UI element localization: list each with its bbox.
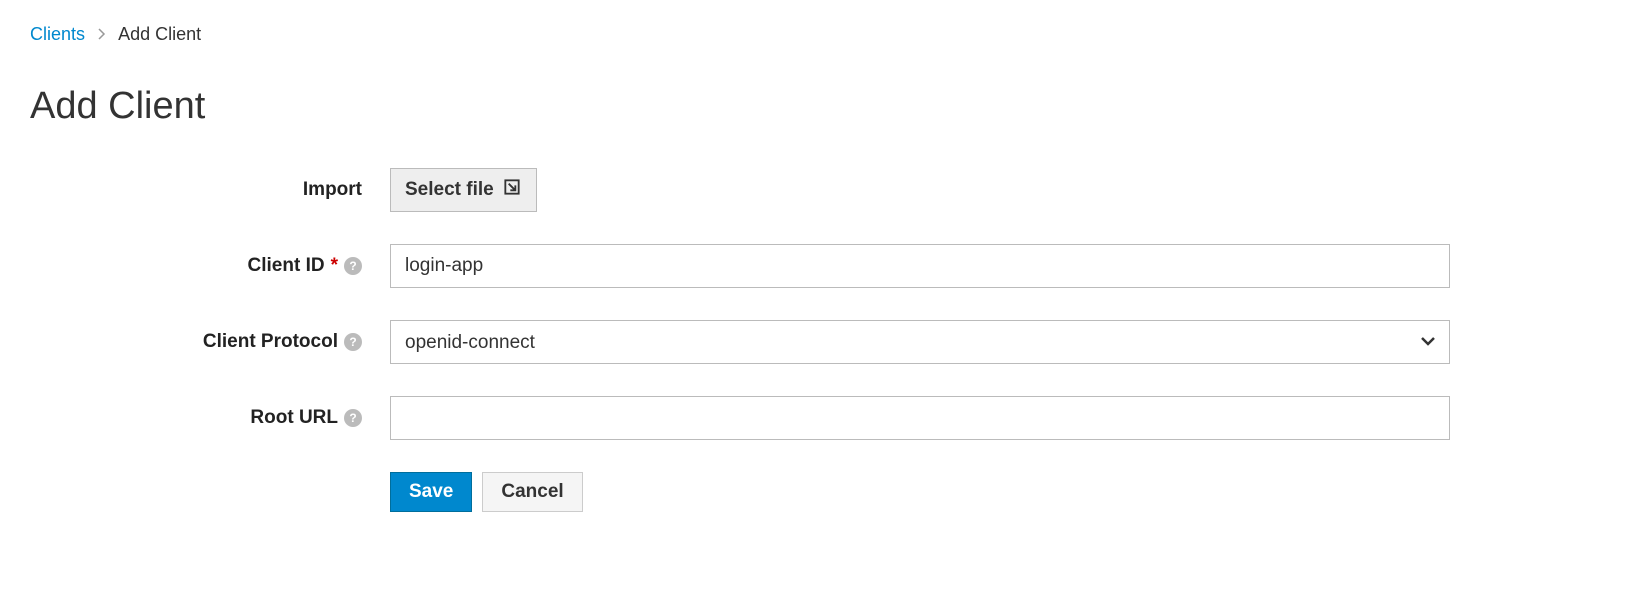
root-url-label: Root URL ? [30, 407, 390, 429]
form-actions: Save Cancel [390, 472, 1606, 512]
client-id-input[interactable] [390, 244, 1450, 288]
import-label: Import [30, 179, 390, 201]
select-file-label: Select file [405, 179, 494, 201]
help-icon: ? [344, 257, 362, 275]
breadcrumb-link-clients[interactable]: Clients [30, 24, 85, 44]
form-row-import: Import Select file [30, 168, 1606, 212]
import-label-text: Import [303, 179, 362, 201]
breadcrumb-current: Add Client [118, 24, 201, 44]
required-indicator: * [331, 255, 338, 277]
save-button[interactable]: Save [390, 472, 472, 512]
cancel-button[interactable]: Cancel [482, 472, 582, 512]
root-url-input[interactable] [390, 396, 1450, 440]
client-protocol-select[interactable]: openid-connect [390, 320, 1450, 364]
root-url-label-text: Root URL [250, 407, 338, 429]
form-row-root-url: Root URL ? [30, 396, 1606, 440]
import-icon [502, 177, 522, 203]
form-row-client-protocol: Client Protocol ? openid-connect [30, 320, 1606, 364]
client-protocol-label: Client Protocol ? [30, 331, 390, 353]
chevron-right-icon [98, 27, 106, 43]
client-id-label: Client ID * ? [30, 255, 390, 277]
help-icon: ? [344, 409, 362, 427]
help-icon: ? [344, 333, 362, 351]
client-id-label-text: Client ID [248, 255, 325, 277]
form-row-client-id: Client ID * ? [30, 244, 1606, 288]
breadcrumb: Clients Add Client [30, 24, 1606, 45]
page-title: Add Client [30, 85, 1606, 128]
select-file-button[interactable]: Select file [390, 168, 537, 212]
client-protocol-label-text: Client Protocol [203, 331, 338, 353]
